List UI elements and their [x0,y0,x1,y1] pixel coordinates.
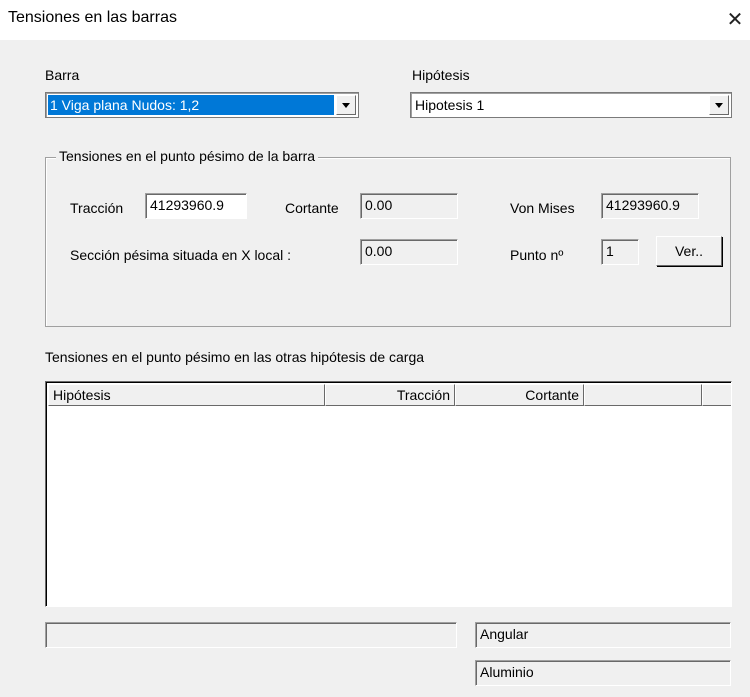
column-extra[interactable] [584,384,702,406]
column-filler [702,384,731,406]
column-cortante[interactable]: Cortante [455,384,584,406]
column-hipotesis[interactable]: Hipótesis [48,384,325,406]
hipotesis-listview[interactable]: Hipótesis Tracción Cortante [45,381,732,607]
cortante-field: 0.00 [360,193,458,219]
hipotesis-label: Hipótesis [412,67,470,83]
traccion-label: Tracción [70,200,124,216]
perfil-status-field: Angular [475,622,731,648]
window-title: Tensiones en las barras [8,9,177,26]
hipotesis-select[interactable]: Hipotesis 1 [410,92,732,118]
column-traccion[interactable]: Tracción [325,384,455,406]
status-field-left [45,622,457,648]
cortante-label: Cortante [285,200,339,216]
seccion-field: 0.00 [360,239,458,265]
dialog-client: Barra 1 Viga plana Nudos: 1,2 Hipótesis … [0,40,750,697]
hipotesis-selected-value: Hipotesis 1 [415,97,485,113]
title-bar: Tensiones en las barras ✕ [0,0,750,40]
barra-selected-value: 1 Viga plana Nudos: 1,2 [48,95,334,115]
vonmises-label: Von Mises [510,200,575,216]
chevron-down-icon[interactable] [709,95,729,115]
punto-field: 1 [601,239,639,265]
chevron-down-icon[interactable] [336,95,356,115]
vonmises-field: 41293960.9 [601,193,699,219]
close-icon[interactable]: ✕ [720,6,750,34]
ver-button[interactable]: Ver.. [656,236,722,266]
barra-label: Barra [45,67,80,83]
group-legend: Tensiones en el punto pésimo de la barra [56,148,319,164]
otras-hipotesis-label: Tensiones en el punto pésimo en las otra… [45,349,425,365]
traccion-field: 41293960.9 [145,193,247,219]
seccion-label: Sección pésima situada en X local : [70,247,292,263]
punto-label: Punto nº [510,247,564,263]
barra-select[interactable]: 1 Viga plana Nudos: 1,2 [45,92,359,118]
material-status-field: Aluminio [475,660,731,686]
listview-header: Hipótesis Tracción Cortante [48,384,731,406]
